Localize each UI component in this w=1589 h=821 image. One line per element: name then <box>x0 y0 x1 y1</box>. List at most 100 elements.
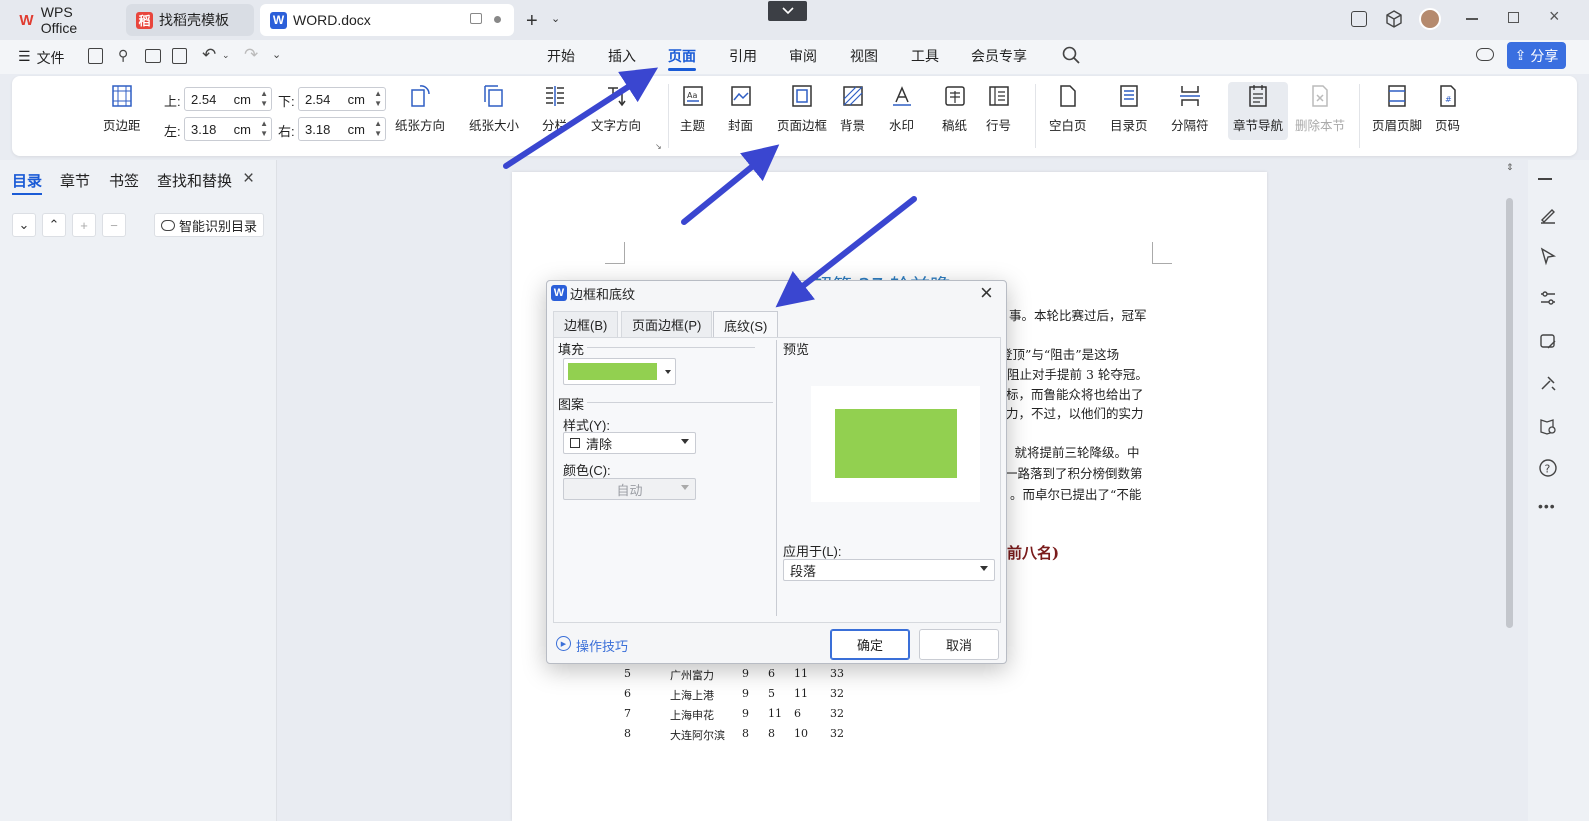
tab-home[interactable]: 开始 <box>547 46 575 66</box>
minimize-icon[interactable] <box>1466 18 1478 20</box>
settings-sliders-icon[interactable] <box>1538 288 1558 308</box>
separator-button[interactable]: 分隔符 <box>1171 84 1209 134</box>
dialog-close-icon[interactable]: × <box>980 280 993 306</box>
expand-all-icon[interactable]: ⌃ <box>42 213 66 237</box>
tab-chapters[interactable]: 章节 <box>60 170 90 191</box>
search-icon[interactable] <box>1062 46 1080 64</box>
print-preview-icon[interactable] <box>172 48 187 64</box>
window-icon[interactable] <box>470 13 482 24</box>
tab-word-docx[interactable]: W WORD.docx <box>260 4 514 36</box>
spinner-icon[interactable]: ▲ ▼ <box>260 89 268 109</box>
tab-find-replace[interactable]: 查找和替换 <box>157 170 232 191</box>
left-margin-field[interactable]: 3.18 cm ▲ ▼ <box>184 117 272 141</box>
page-setup-launcher-icon[interactable]: ↘ <box>655 142 662 151</box>
top-margin-field[interactable]: 2.54 cm ▲ ▼ <box>184 87 272 111</box>
vertical-scrollbar[interactable]: ⇕ <box>1504 160 1516 821</box>
right-margin-label: 右: <box>278 124 295 139</box>
tips-link[interactable]: 操作技巧 <box>576 636 628 655</box>
collapse-all-icon[interactable]: ⌄ <box>12 213 36 237</box>
theme-button[interactable]: Aa 主题 <box>680 84 705 134</box>
scrollbar-thumb[interactable] <box>1506 198 1513 628</box>
apply-to-select[interactable]: 段落 <box>783 559 995 581</box>
close-pane-icon[interactable]: × <box>243 168 254 190</box>
line-number-button[interactable]: 行号 <box>986 84 1011 134</box>
cancel-button[interactable]: 取消 <box>919 629 999 660</box>
tab-references[interactable]: 引用 <box>729 46 757 66</box>
background-button[interactable]: 背景 <box>840 84 865 134</box>
toc-page-button[interactable]: 目录页 <box>1110 84 1148 134</box>
spinner-icon[interactable]: ▲ ▼ <box>374 119 382 139</box>
undo-dropdown-icon[interactable]: ⌄ <box>222 50 230 61</box>
print-icon[interactable] <box>145 49 161 63</box>
play-tips-icon[interactable]: ▶ <box>556 636 571 651</box>
orientation-button[interactable]: 纸张方向 <box>395 84 445 134</box>
collapse-toolbar-icon[interactable] <box>768 1 807 21</box>
tab-shading[interactable]: 底纹(S) <box>713 311 779 338</box>
tab-tools[interactable]: 工具 <box>911 46 939 66</box>
tab-borders[interactable]: 边框(B) <box>553 311 619 337</box>
tab-view[interactable]: 视图 <box>850 46 878 66</box>
chapter-nav-button[interactable]: 章节导航 <box>1228 82 1289 140</box>
left-margin-label: 左: <box>164 124 181 139</box>
new-tab-icon[interactable]: + <box>526 10 538 33</box>
tab-insert[interactable]: 插入 <box>608 46 636 66</box>
ok-button[interactable]: 确定 <box>830 629 910 660</box>
right-margin-value: 3.18 <box>305 121 331 137</box>
tab-wps-office[interactable]: W WPS Office <box>8 4 122 36</box>
tools-icon[interactable] <box>1538 373 1558 393</box>
restore-icon[interactable] <box>1508 12 1519 23</box>
redo-icon[interactable]: ↷ <box>244 45 258 65</box>
header-footer-button[interactable]: 页眉页脚 <box>1372 84 1422 134</box>
fill-color-picker[interactable] <box>563 358 676 385</box>
add-level-icon[interactable]: + <box>72 213 96 237</box>
tab-review[interactable]: 审阅 <box>789 46 817 66</box>
save-icon[interactable] <box>88 48 103 64</box>
tab-toc[interactable]: 目录 <box>12 170 43 195</box>
more-icon[interactable]: ••• <box>1538 498 1558 518</box>
image-edit-icon[interactable] <box>1538 331 1558 351</box>
unsaved-dot-icon[interactable] <box>494 16 501 23</box>
tab-member[interactable]: 会员专享 <box>971 46 1027 66</box>
spinner-icon[interactable]: ▲ ▼ <box>374 89 382 109</box>
avatar[interactable] <box>1419 8 1441 30</box>
file-menu-button[interactable]: ☰ 文件 <box>18 48 65 68</box>
help-icon[interactable]: ? <box>1538 458 1558 478</box>
tab-bookmarks[interactable]: 书签 <box>109 170 139 191</box>
link-icon[interactable]: ⚲ <box>118 47 128 64</box>
tab-page[interactable]: 页面 <box>668 46 696 71</box>
close-icon[interactable]: × <box>1549 6 1560 27</box>
cube-icon[interactable] <box>1385 10 1403 28</box>
delete-section-button[interactable]: 删除本节 <box>1295 84 1345 134</box>
manuscript-button[interactable]: 稿纸 <box>942 84 967 134</box>
collapse-sidebar-icon[interactable] <box>1538 178 1552 180</box>
columns-button[interactable]: 分栏 <box>542 84 567 134</box>
select-cursor-icon[interactable] <box>1538 246 1558 266</box>
right-margin-field[interactable]: 3.18 cm ▲ ▼ <box>298 117 386 141</box>
bottom-margin-field[interactable]: 2.54 cm ▲ ▼ <box>298 87 386 111</box>
cover-button[interactable]: 封面 <box>728 84 753 134</box>
more-chevron-icon[interactable]: ⌄ <box>272 48 281 61</box>
watermark-button[interactable]: 水印 <box>889 84 914 134</box>
share-button[interactable]: ⇪ 分享 <box>1507 42 1566 69</box>
blank-page-icon <box>1060 85 1076 107</box>
blank-page-button[interactable]: 空白页 <box>1049 84 1087 134</box>
page-border-button[interactable]: 页面边框 <box>777 84 827 134</box>
tab-page-border[interactable]: 页面边框(P) <box>621 311 713 337</box>
text-direction-button[interactable]: 文字方向 <box>591 84 641 134</box>
reader-mode-icon[interactable] <box>1351 11 1367 27</box>
spinner-icon[interactable]: ▲ ▼ <box>260 119 268 139</box>
paper-size-button[interactable]: 纸张大小 <box>469 84 519 134</box>
tab-template[interactable]: 稻 找稻壳模板 <box>126 4 254 36</box>
pattern-color-select[interactable]: 自动 <box>563 478 696 500</box>
book-search-icon[interactable] <box>1538 416 1558 436</box>
edit-pen-icon[interactable] <box>1538 204 1558 224</box>
smart-toc-button[interactable]: 智能识别目录 <box>154 213 264 237</box>
pattern-style-select[interactable]: 清除 <box>563 432 696 454</box>
page-number-button[interactable]: # 页码 <box>1435 84 1460 134</box>
cloud-icon[interactable] <box>1476 48 1494 61</box>
chevron-down-icon[interactable]: ⌄ <box>551 12 560 25</box>
remove-level-icon[interactable]: − <box>102 213 126 237</box>
margins-button[interactable]: 页边距 <box>103 84 141 134</box>
split-view-icon[interactable]: ⇕ <box>1506 162 1514 173</box>
undo-icon[interactable]: ↶ <box>202 45 216 65</box>
